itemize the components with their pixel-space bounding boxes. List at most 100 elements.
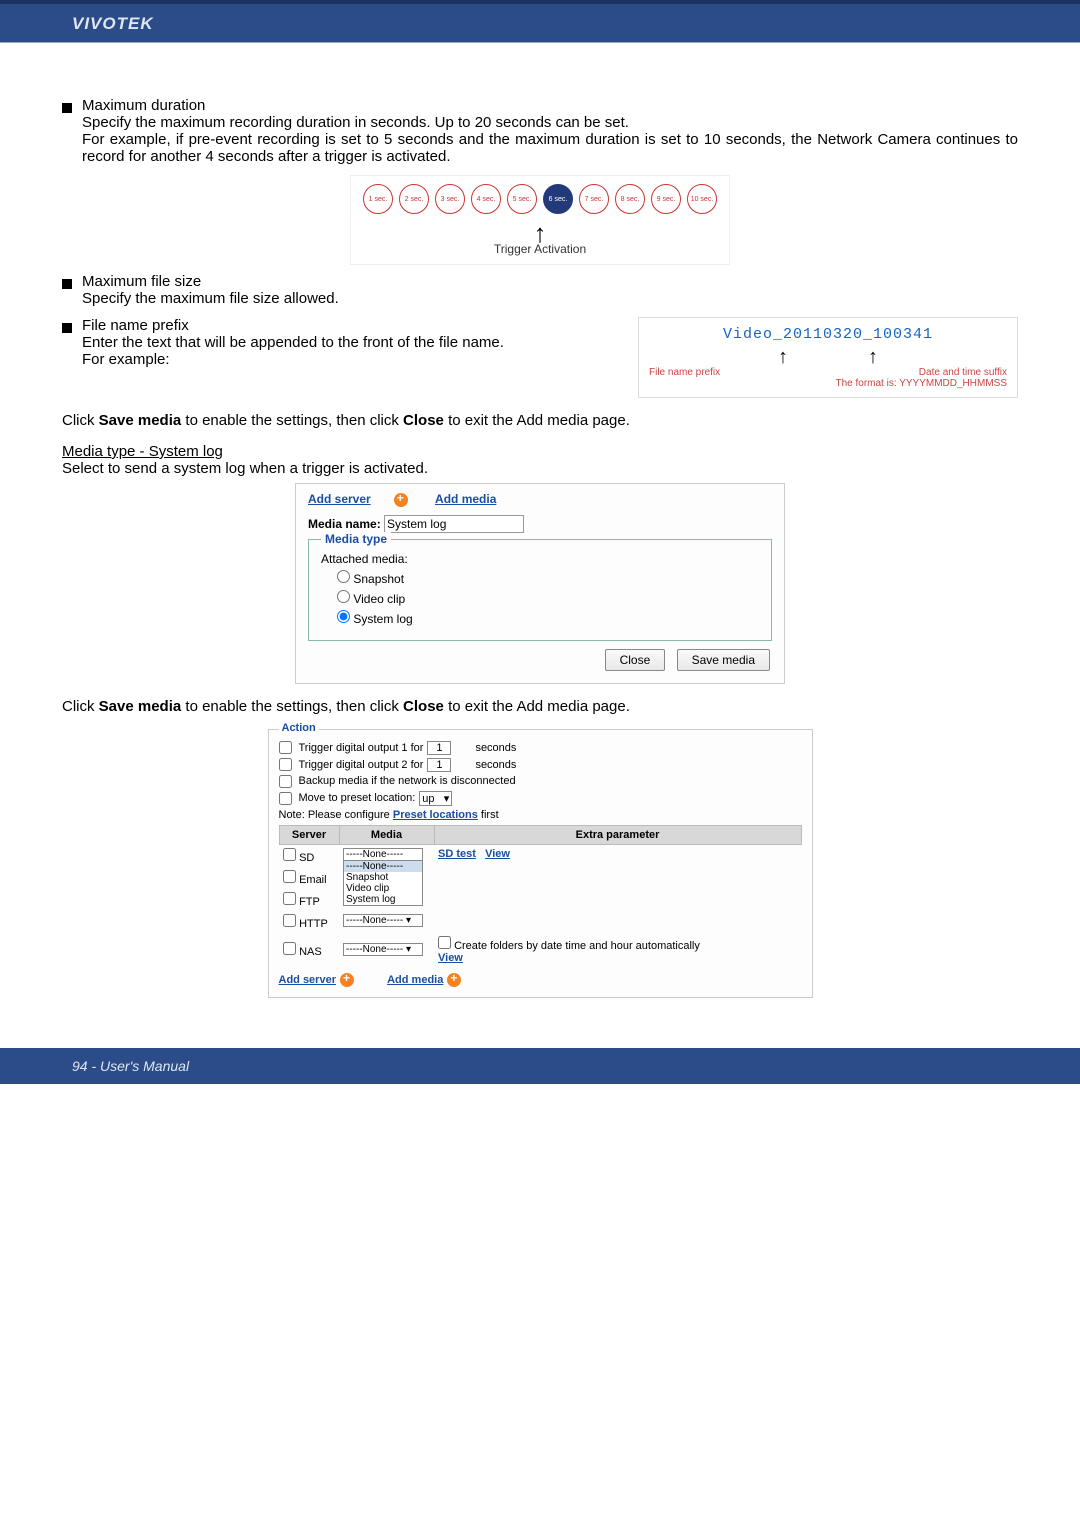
prefix-label-left: File name prefix xyxy=(649,367,720,378)
media-select-open[interactable]: -----None----- -----None----- Snapshot V… xyxy=(343,848,423,906)
radio-snapshot[interactable] xyxy=(337,570,350,583)
preset-locations-link[interactable]: Preset locations xyxy=(393,809,478,821)
prefix-label-right: Date and time suffix xyxy=(919,367,1007,378)
max-duration-title: Maximum duration xyxy=(82,97,205,114)
option-video-clip[interactable]: Video clip xyxy=(344,883,422,894)
media-name-input[interactable] xyxy=(384,515,524,533)
checkbox-backup-media[interactable] xyxy=(279,775,292,788)
section-max-file-size: Maximum file size Specify the maximum fi… xyxy=(62,273,1018,307)
plus-icon[interactable] xyxy=(394,493,408,507)
option-system-log[interactable]: System log xyxy=(344,894,422,905)
server-ftp-label: FTP xyxy=(299,896,320,908)
example-filename: Video_20110320_100341 xyxy=(649,326,1007,343)
filename-prefix-example: For example: xyxy=(82,351,620,368)
save-media-note-2: Click Save media to enable the settings,… xyxy=(62,698,1018,715)
checkbox-server-ftp[interactable] xyxy=(283,892,296,905)
sec-pill-4: 4 sec. xyxy=(471,184,501,214)
nas-view-link[interactable]: View xyxy=(438,952,463,964)
seconds-row: 1 sec. 2 sec. 3 sec. 4 sec. 5 sec. 6 sec… xyxy=(361,184,719,214)
table-row-sd: SD -----None----- -----None----- Snapsho… xyxy=(279,844,801,867)
checkbox-move-preset[interactable] xyxy=(279,792,292,805)
add-server-link-bottom[interactable]: Add server xyxy=(279,974,336,986)
add-media-panel: Add server Add media Media name: Media t… xyxy=(295,483,785,684)
prefix-format: The format is: YYYYMMDD_HHMMSS xyxy=(649,378,1007,389)
bullet-icon xyxy=(62,323,72,333)
th-media: Media xyxy=(339,825,434,844)
section-filename-prefix: File name prefix Enter the text that wil… xyxy=(62,317,1018,398)
server-media-table: Server Media Extra parameter SD -----Non… xyxy=(279,825,802,967)
add-media-link-bottom[interactable]: Add media xyxy=(387,974,443,986)
sd-test-link[interactable]: SD test xyxy=(438,848,476,860)
filename-prefix-body: Enter the text that will be appended to … xyxy=(82,334,620,351)
save-media-button[interactable]: Save media xyxy=(677,649,770,671)
trigger-activation-diagram: 1 sec. 2 sec. 3 sec. 4 sec. 5 sec. 6 sec… xyxy=(350,175,730,265)
radio-videoclip-label: Video clip xyxy=(353,592,405,606)
trigger-do1-seconds-input[interactable] xyxy=(427,741,451,755)
checkbox-server-http[interactable] xyxy=(283,914,296,927)
max-duration-body1: Specify the maximum recording duration i… xyxy=(82,114,1018,131)
sec-pill-6-active: 6 sec. xyxy=(543,184,573,214)
option-none[interactable]: -----None----- xyxy=(344,849,422,861)
trigger-do1-label: Trigger digital output 1 for xyxy=(299,742,424,754)
checkbox-trigger-do2[interactable] xyxy=(279,758,292,771)
server-sd-label: SD xyxy=(299,852,314,864)
http-media-select[interactable]: -----None----- ▾ xyxy=(343,914,423,927)
preset-note: Note: Please configure Preset locations … xyxy=(279,809,802,821)
option-none-hl[interactable]: -----None----- xyxy=(344,861,422,872)
plus-icon[interactable] xyxy=(340,973,354,987)
max-duration-body2: For example, if pre-event recording is s… xyxy=(82,131,1018,165)
trigger-do2-label: Trigger digital output 2 for xyxy=(299,759,424,771)
radio-snapshot-label: Snapshot xyxy=(353,572,404,586)
checkbox-server-nas[interactable] xyxy=(283,942,296,955)
media-type-sub: Select to send a system log when a trigg… xyxy=(62,460,1018,477)
checkbox-server-sd[interactable] xyxy=(283,848,296,861)
server-email-label: Email xyxy=(299,874,327,886)
sec-pill-1: 1 sec. xyxy=(363,184,393,214)
option-snapshot[interactable]: Snapshot xyxy=(344,872,422,883)
close-button[interactable]: Close xyxy=(605,649,666,671)
action-panel: Action Trigger digital output 1 for seco… xyxy=(268,729,813,998)
media-type-heading: Media type - System log xyxy=(62,443,1018,460)
th-server: Server xyxy=(279,825,339,844)
bullet-icon xyxy=(62,279,72,289)
bullet-icon xyxy=(62,103,72,113)
radio-video-clip[interactable] xyxy=(337,590,350,603)
sd-view-link[interactable]: View xyxy=(485,848,510,860)
add-media-link[interactable]: Add media xyxy=(435,492,496,506)
sec-pill-3: 3 sec. xyxy=(435,184,465,214)
plus-icon[interactable] xyxy=(447,973,461,987)
action-legend: Action xyxy=(279,722,319,734)
table-row-http: HTTP -----None----- ▾ xyxy=(279,911,801,933)
table-row-nas: NAS -----None----- ▾ Create folders by d… xyxy=(279,933,801,967)
trigger-do2-seconds-input[interactable] xyxy=(427,758,451,772)
trigger-activation-label: Trigger Activation xyxy=(361,242,719,256)
th-extra: Extra parameter xyxy=(434,825,801,844)
header-divider xyxy=(0,42,1080,43)
filename-prefix-title: File name prefix xyxy=(82,317,189,334)
page-content: Maximum duration Specify the maximum rec… xyxy=(0,65,1080,1024)
media-type-fieldset: Media type Attached media: Snapshot Vide… xyxy=(308,539,772,641)
backup-media-label: Backup media if the network is disconnec… xyxy=(299,775,516,787)
footer-page: 94 - User's Manual xyxy=(0,1048,1080,1084)
trigger-do2-seconds-unit: seconds xyxy=(475,759,516,771)
move-preset-label: Move to preset location: xyxy=(299,792,416,804)
checkbox-create-folders[interactable] xyxy=(438,936,451,949)
radio-systemlog-label: System log xyxy=(353,612,412,626)
media-name-label: Media name: xyxy=(308,517,381,531)
media-type-legend: Media type xyxy=(321,532,391,546)
checkbox-trigger-do1[interactable] xyxy=(279,741,292,754)
sec-pill-5: 5 sec. xyxy=(507,184,537,214)
trigger-do1-seconds-unit: seconds xyxy=(475,742,516,754)
sec-pill-2: 2 sec. xyxy=(399,184,429,214)
preset-location-select[interactable]: up ▾ xyxy=(419,791,452,806)
server-nas-label: NAS xyxy=(299,946,322,958)
create-folders-label: Create folders by date time and hour aut… xyxy=(454,940,700,952)
max-filesize-title: Maximum file size xyxy=(82,273,201,290)
checkbox-server-email[interactable] xyxy=(283,870,296,883)
save-media-note-1: Click Save media to enable the settings,… xyxy=(62,412,1018,429)
arrow-up-icon: ↑ xyxy=(778,347,788,367)
max-filesize-body: Specify the maximum file size allowed. xyxy=(82,290,1018,307)
add-server-link[interactable]: Add server xyxy=(308,492,371,506)
radio-system-log[interactable] xyxy=(337,610,350,623)
nas-media-select[interactable]: -----None----- ▾ xyxy=(343,943,423,956)
